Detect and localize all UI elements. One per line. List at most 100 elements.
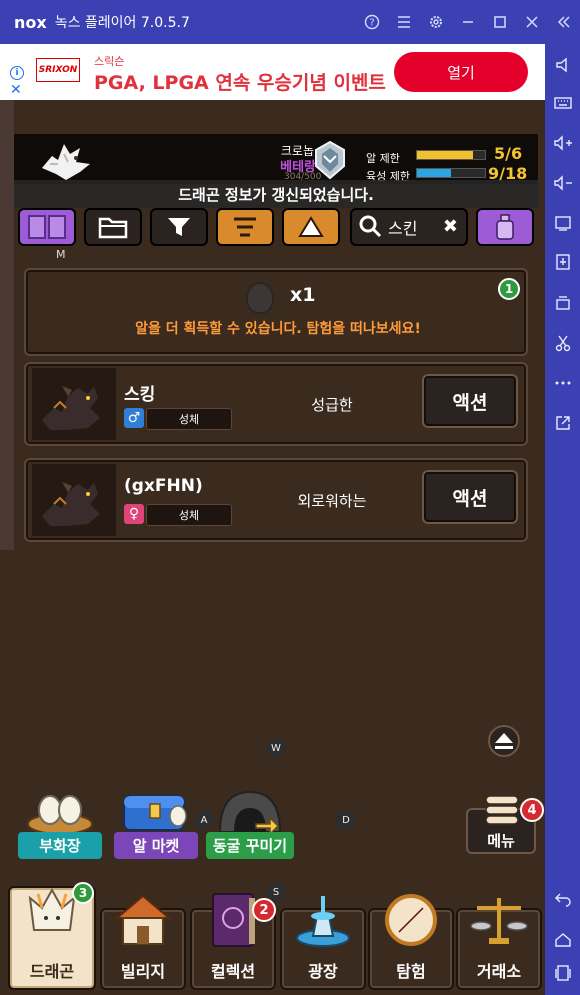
egg-limit-label: 알 제한	[366, 152, 400, 165]
brand-logo: SRIXON	[36, 58, 80, 82]
more-icon[interactable]	[545, 368, 580, 398]
egg-market-label: 알 마켓	[114, 832, 198, 859]
clear-search-icon[interactable]: ✖	[443, 216, 458, 237]
tab-dragon-label: 드래곤	[29, 962, 75, 981]
help-icon[interactable]: ?	[356, 6, 388, 38]
window-title: 녹스 플레이어 7.0.5.7	[54, 15, 190, 31]
bottom-nav: 드래곤 3 빌리지 컬렉션 2 광장 탐험 거래소	[0, 880, 545, 995]
home-icon[interactable]	[545, 924, 580, 954]
ad-banner[interactable]: i ✕ SRIXON 스릭슨 PGA, LPGA 연속 우승기념 이벤트 열기	[0, 44, 545, 100]
filter-button[interactable]	[150, 208, 208, 246]
potion-icon	[496, 214, 514, 240]
folder-button[interactable]	[84, 208, 142, 246]
hatchery-button[interactable]: 부화장	[18, 786, 102, 859]
back-icon[interactable]	[545, 884, 580, 914]
dragon-card[interactable]: (gxFHN) ♀ 성체 외로워하는 액션	[24, 458, 528, 542]
filter-icon	[168, 218, 190, 236]
dragon-stage: 성체	[146, 408, 232, 430]
emulator-window: nox 녹스 플레이어 7.0.5.7 ? i ✕ SRIXON 스릭슨 PGA…	[0, 0, 580, 995]
menu-stack-icon	[485, 795, 519, 825]
dragon-stage: 성체	[146, 504, 232, 526]
egg-message: 알을 더 획득할 수 있습니다. 탐험을 떠나보세요!	[135, 321, 421, 337]
menu-label: 메뉴	[487, 832, 515, 850]
search-icon	[359, 215, 382, 238]
minimize-icon[interactable]	[452, 6, 484, 38]
skin-search-field[interactable]: 스킨 ✖	[350, 208, 468, 246]
nox-logo: nox	[14, 12, 47, 32]
game-screen: 크로놉 베테랑 304/500 알 제한 5/6 육성 제한 9/18 드래곤 …	[0, 100, 545, 995]
grid-icon	[28, 215, 66, 239]
egg-icon	[246, 282, 274, 314]
svg-text:?: ?	[369, 18, 374, 29]
scale-icon	[470, 898, 528, 944]
ad-headline: PGA, LPGA 연속 우승기념 이벤트	[94, 72, 386, 94]
eject-icon	[495, 733, 513, 749]
apk-icon[interactable]	[545, 248, 580, 278]
tab-village-label: 빌리지	[120, 962, 166, 981]
update-notice: 드래곤 정보가 갱신되었습니다.	[14, 180, 538, 208]
egg-limit-fill	[417, 151, 474, 159]
sort-button[interactable]	[216, 208, 274, 246]
egg-limit-bar	[416, 150, 486, 160]
window-controls: ?	[356, 0, 580, 44]
triangle-icon	[298, 216, 324, 237]
tab-dragon[interactable]: 드래곤 3	[8, 882, 96, 990]
search-text[interactable]: 스킨	[388, 215, 417, 239]
key-hint-d: D	[336, 810, 356, 830]
tab-collection-label: 컬렉션	[210, 962, 256, 981]
settings-icon[interactable]	[420, 6, 452, 38]
potion-button[interactable]	[476, 208, 534, 246]
fountain-icon	[296, 896, 350, 947]
multi-instance-icon[interactable]	[545, 288, 580, 318]
cave-decorate-button[interactable]: 동굴 꾸미기	[206, 786, 294, 859]
female-icon: ♀	[124, 504, 144, 524]
book-icon	[212, 893, 255, 947]
maximize-icon[interactable]	[484, 6, 516, 38]
keyboard-icon[interactable]	[545, 88, 580, 118]
menu-icon[interactable]	[388, 6, 420, 38]
egg-market-button[interactable]: 알 마켓	[114, 786, 198, 859]
ad-close-icon[interactable]: ✕	[10, 82, 22, 98]
dragon-personality: 성급한	[311, 396, 353, 414]
egg-filter-button[interactable]	[282, 208, 340, 246]
key-hint-w: W	[266, 738, 286, 758]
cave-icon	[218, 790, 282, 836]
tab-plaza[interactable]: 광장	[280, 896, 366, 990]
hatchery-label: 부화장	[18, 832, 102, 859]
grid-view-button[interactable]	[18, 208, 76, 246]
nest-icon	[27, 795, 93, 835]
menu-button[interactable]: 메뉴 4	[466, 795, 544, 854]
tab-exchange[interactable]: 거래소	[456, 898, 542, 990]
tab-collection[interactable]: 컬렉션 2	[190, 893, 276, 990]
tab-explore[interactable]: 탐험	[368, 894, 454, 990]
external-icon[interactable]	[545, 408, 580, 438]
tab-village[interactable]: 빌리지	[100, 894, 186, 990]
tab-plaza-label: 광장	[308, 962, 338, 981]
treasure-chest-icon	[123, 795, 187, 831]
egg-slot-card[interactable]: x1 알을 더 획득할 수 있습니다. 탐험을 떠나보세요! 1	[24, 268, 528, 356]
tab-exchange-label: 거래소	[476, 962, 522, 981]
action-button[interactable]: 액션	[422, 470, 518, 524]
action-button[interactable]: 액션	[422, 374, 518, 428]
cave-decorate-label: 동굴 꾸미기	[206, 832, 294, 859]
volume-down-icon[interactable]	[545, 168, 580, 198]
close-icon[interactable]	[516, 6, 548, 38]
recent-apps-icon[interactable]	[545, 958, 580, 988]
ad-open-button[interactable]: 열기	[394, 52, 528, 92]
male-icon: ♂	[124, 408, 144, 428]
ad-info-icon[interactable]: i	[10, 66, 24, 80]
rank-emblem-icon	[315, 140, 345, 180]
scroll-up-button[interactable]	[488, 725, 520, 757]
screen-icon[interactable]	[545, 208, 580, 238]
dragon-personality: 외로워하는	[297, 492, 367, 510]
collapse-icon[interactable]	[548, 6, 580, 38]
tab-collection-badge: 2	[252, 898, 276, 922]
volume-icon[interactable]	[545, 50, 580, 80]
scissors-icon[interactable]	[545, 328, 580, 358]
dragon-card[interactable]: 스킹 ♂ 성체 성급한 액션	[24, 362, 528, 446]
volume-up-icon[interactable]	[545, 128, 580, 158]
house-icon	[114, 894, 172, 945]
emulator-sidebar	[545, 44, 580, 995]
status-bar: 크로놉 베테랑 304/500 알 제한 5/6 육성 제한 9/18	[14, 134, 538, 184]
titlebar: nox 녹스 플레이어 7.0.5.7 ?	[0, 0, 580, 44]
